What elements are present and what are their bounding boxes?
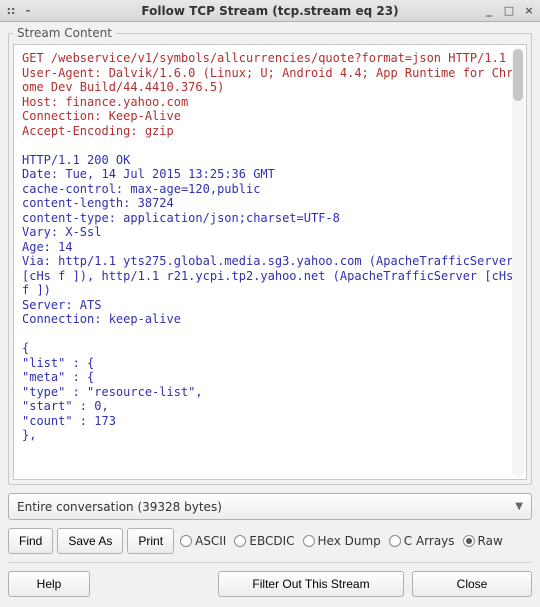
close-icon[interactable]: × — [522, 5, 536, 16]
stream-content-legend: Stream Content — [13, 26, 116, 40]
format-label: Raw — [478, 534, 503, 548]
format-label: ASCII — [195, 534, 226, 548]
scrollbar-thumb[interactable] — [513, 49, 523, 101]
radio-icon — [389, 535, 401, 547]
format-label: Hex Dump — [318, 534, 381, 548]
action-row: Find Save As Print ASCII EBCDIC Hex Dump… — [8, 528, 532, 554]
stream-content-fieldset: Stream Content GET /webservice/v1/symbol… — [8, 26, 532, 485]
window-title: Follow TCP Stream (tcp.stream eq 23) — [60, 4, 480, 18]
maximize-icon[interactable]: □ — [502, 5, 516, 16]
format-radio-raw[interactable]: Raw — [461, 534, 505, 548]
conversation-selector-label: Entire conversation (39328 bytes) — [17, 500, 222, 514]
dialog-body: Stream Content GET /webservice/v1/symbol… — [0, 22, 540, 607]
stream-response-text[interactable]: HTTP/1.1 200 OK Date: Tue, 14 Jul 2015 1… — [22, 153, 521, 443]
radio-icon — [303, 535, 315, 547]
footer-row: Help Filter Out This Stream Close — [8, 571, 532, 597]
format-radio-ascii[interactable]: ASCII — [178, 534, 228, 548]
format-radio-hexdump[interactable]: Hex Dump — [301, 534, 383, 548]
stream-request-text[interactable]: GET /webservice/v1/symbols/allcurrencies… — [22, 51, 513, 138]
format-label: C Arrays — [404, 534, 455, 548]
radio-icon — [234, 535, 246, 547]
minimize-icon[interactable]: _ — [482, 5, 496, 16]
help-button[interactable]: Help — [8, 571, 90, 597]
find-button[interactable]: Find — [8, 528, 53, 554]
scrollbar[interactable] — [512, 47, 524, 477]
format-label: EBCDIC — [249, 534, 294, 548]
chevron-down-icon: ▼ — [515, 501, 523, 512]
save-as-button[interactable]: Save As — [57, 528, 123, 554]
stream-text-area[interactable]: GET /webservice/v1/symbols/allcurrencies… — [13, 44, 527, 480]
print-button[interactable]: Print — [127, 528, 174, 554]
close-button[interactable]: Close — [412, 571, 532, 597]
format-radio-carrays[interactable]: C Arrays — [387, 534, 457, 548]
app-menu-icon[interactable]: :: — [4, 5, 18, 16]
window-titlebar: :: ⁃ Follow TCP Stream (tcp.stream eq 23… — [0, 0, 540, 22]
spacer — [98, 571, 210, 597]
format-radio-ebcdic[interactable]: EBCDIC — [232, 534, 296, 548]
radio-icon — [463, 535, 475, 547]
pin-icon[interactable]: ⁃ — [21, 5, 35, 16]
conversation-selector[interactable]: Entire conversation (39328 bytes) ▼ — [8, 493, 532, 520]
separator — [8, 562, 532, 563]
radio-icon — [180, 535, 192, 547]
filter-out-button[interactable]: Filter Out This Stream — [218, 571, 404, 597]
